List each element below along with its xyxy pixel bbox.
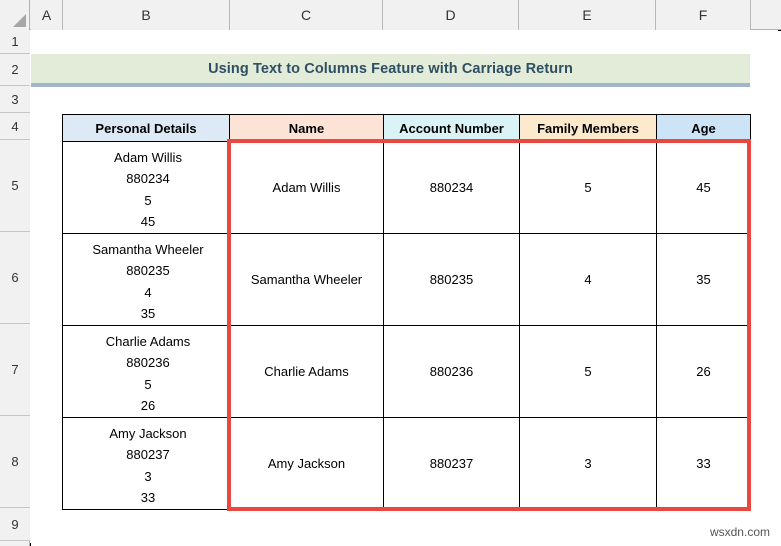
column-header-c[interactable]: C xyxy=(230,0,383,30)
cell-family-members[interactable]: 5 xyxy=(519,141,657,234)
column-header-age[interactable]: Age xyxy=(656,114,751,142)
column-header-account-number[interactable]: Account Number xyxy=(383,114,520,142)
data-table-container: Personal Details Name Account Number Fam… xyxy=(62,114,751,510)
table-row: Samantha Wheeler 880235 4 35 Samantha Wh… xyxy=(62,233,751,326)
cell-account-number[interactable]: 880236 xyxy=(383,325,520,418)
spreadsheet-canvas: A B C D E F 1 2 3 4 5 6 7 8 9 Using Text… xyxy=(0,0,781,546)
column-header-f[interactable]: F xyxy=(656,0,751,30)
cell-family-members[interactable]: 3 xyxy=(519,417,657,510)
cell-family-members[interactable]: 5 xyxy=(519,325,657,418)
table-row: Adam Willis 880234 5 45 Adam Willis 8802… xyxy=(62,141,751,234)
row-header-2[interactable]: 2 xyxy=(0,54,30,86)
cell-name[interactable]: Samantha Wheeler xyxy=(229,233,384,326)
table-row: Charlie Adams 880236 5 26 Charlie Adams … xyxy=(62,325,751,418)
column-header-e[interactable]: E xyxy=(519,0,656,30)
cell-personal-details[interactable]: Samantha Wheeler 880235 4 35 xyxy=(62,233,230,326)
cell-family-members[interactable]: 4 xyxy=(519,233,657,326)
row-header-strip: 1 2 3 4 5 6 7 8 9 xyxy=(0,30,30,546)
row-header-8[interactable]: 8 xyxy=(0,416,30,508)
column-header-name[interactable]: Name xyxy=(229,114,384,142)
column-header-a[interactable]: A xyxy=(31,0,63,30)
column-header-personal-details[interactable]: Personal Details xyxy=(62,114,230,142)
watermark-label: wsxdn.com xyxy=(709,525,770,539)
cell-age[interactable]: 45 xyxy=(656,141,751,234)
row-header-4[interactable]: 4 xyxy=(0,113,30,140)
cell-name[interactable]: Adam Willis xyxy=(229,141,384,234)
cell-personal-details[interactable]: Charlie Adams 880236 5 26 xyxy=(62,325,230,418)
select-all-triangle-icon xyxy=(13,14,26,27)
cell-personal-details[interactable]: Adam Willis 880234 5 45 xyxy=(62,141,230,234)
row-header-3[interactable]: 3 xyxy=(0,86,30,113)
data-table: Personal Details Name Account Number Fam… xyxy=(62,114,751,510)
cell-account-number[interactable]: 880235 xyxy=(383,233,520,326)
cell-personal-details[interactable]: Amy Jackson 880237 3 33 xyxy=(62,417,230,510)
cell-account-number[interactable]: 880234 xyxy=(383,141,520,234)
cell-name[interactable]: Amy Jackson xyxy=(229,417,384,510)
cell-age[interactable]: 35 xyxy=(656,233,751,326)
column-header-b[interactable]: B xyxy=(63,0,230,30)
cell-name[interactable]: Charlie Adams xyxy=(229,325,384,418)
row-header-6[interactable]: 6 xyxy=(0,232,30,324)
table-header-row: Personal Details Name Account Number Fam… xyxy=(62,114,751,142)
column-header-strip: A B C D E F xyxy=(0,0,781,30)
cell-account-number[interactable]: 880237 xyxy=(383,417,520,510)
column-header-family-members[interactable]: Family Members xyxy=(519,114,657,142)
cell-age[interactable]: 26 xyxy=(656,325,751,418)
row-header-9[interactable]: 9 xyxy=(0,508,30,541)
row-header-7[interactable]: 7 xyxy=(0,324,30,416)
column-header-d[interactable]: D xyxy=(383,0,519,30)
row-header-5[interactable]: 5 xyxy=(0,140,30,232)
table-row: Amy Jackson 880237 3 33 Amy Jackson 8802… xyxy=(62,417,751,510)
row-header-1[interactable]: 1 xyxy=(0,30,30,54)
sheet-title-banner[interactable]: Using Text to Columns Feature with Carri… xyxy=(31,54,750,87)
cell-age[interactable]: 33 xyxy=(656,417,751,510)
select-all-button[interactable] xyxy=(0,0,30,30)
